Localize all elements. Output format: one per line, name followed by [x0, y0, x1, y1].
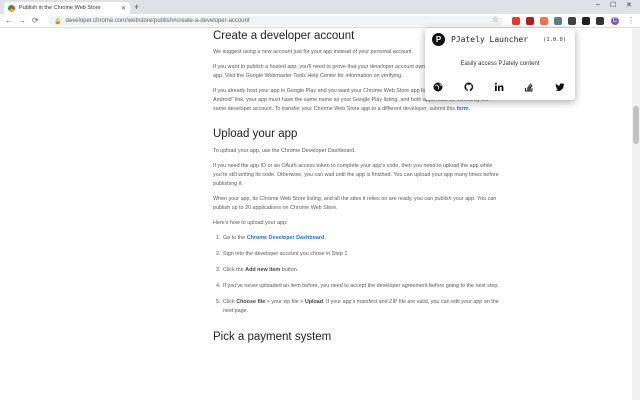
- section-heading: Upload your app: [213, 128, 298, 140]
- form-link[interactable]: form: [457, 106, 469, 112]
- extension-icon[interactable]: [582, 17, 590, 25]
- browser-window: Publish in the Chrome Web Store ✕ + – ☐ …: [0, 0, 640, 400]
- list-item: 2. Sign into the developer account you ch…: [216, 251, 349, 257]
- minimize-button[interactable]: –: [596, 1, 600, 8]
- extension-tagline: Easily access PJately content: [460, 61, 540, 67]
- linkedin-icon[interactable]: [493, 81, 505, 93]
- new-tab-button[interactable]: +: [134, 3, 139, 12]
- back-button[interactable]: ←: [5, 16, 13, 26]
- chrome-favicon-icon: [8, 4, 15, 12]
- stackoverflow-icon[interactable]: [523, 81, 535, 93]
- extension-icon[interactable]: [526, 17, 534, 25]
- close-window-button[interactable]: ✕: [626, 1, 632, 9]
- address-bar[interactable]: 🔒 developer.chrome.com/webstore/publish#…: [48, 16, 503, 26]
- paragraph: If you need the app ID or an OAuth acces…: [213, 163, 499, 187]
- github-icon[interactable]: [463, 81, 475, 93]
- list-item: 5. Click Choose file > your zip file > Up…: [216, 299, 499, 314]
- page-scrollbar[interactable]: [632, 29, 640, 400]
- pjately-logo-icon: P: [432, 33, 445, 46]
- extension-icon[interactable]: [554, 17, 562, 25]
- twitter-icon[interactable]: [554, 81, 566, 93]
- list-item: 1. Go to the Chrome Developer Dashboard.: [216, 235, 326, 241]
- paragraph: When your app, its Chrome Web Store list…: [213, 196, 497, 211]
- maximize-button[interactable]: ☐: [610, 1, 616, 9]
- upload-steps-list: 1. Go to the Chrome Developer Dashboard. …: [213, 234, 505, 316]
- tab-strip: Publish in the Chrome Web Store ✕ + – ☐ …: [0, 0, 640, 14]
- developer-dashboard-link[interactable]: Chrome Developer Dashboard: [247, 235, 325, 241]
- list-item: 3. Click the Add new item button.: [216, 267, 299, 273]
- extension-popup: P PJately Launcher (1.0.0) Easily access…: [425, 28, 575, 100]
- tab-title: Publish in the Chrome Web Store: [19, 5, 101, 11]
- globe-icon[interactable]: [432, 81, 444, 93]
- paragraph: Here's how to upload your app:: [213, 220, 288, 226]
- menu-icon[interactable]: ⋮: [627, 16, 635, 26]
- forward-button[interactable]: →: [18, 16, 26, 26]
- profile-avatar[interactable]: C: [611, 17, 619, 25]
- paragraph: To upload your app, use the Chrome Devel…: [213, 148, 356, 154]
- extension-version: (1.0.0): [543, 37, 567, 43]
- section-heading: Pick a payment system: [213, 331, 332, 343]
- extension-name: PJately Launcher: [451, 35, 529, 44]
- extension-icon[interactable]: [512, 17, 520, 25]
- toolbar: ← → ⟳ 🔒 developer.chrome.com/webstore/pu…: [0, 14, 640, 28]
- url-text: developer.chrome.com/webstore/publish#cr…: [65, 18, 250, 24]
- extension-icon[interactable]: [596, 17, 604, 25]
- popup-link-icons: [425, 81, 575, 93]
- lock-icon: 🔒: [54, 18, 62, 25]
- extension-icon[interactable]: [540, 17, 548, 25]
- bookmark-star-icon[interactable]: ☆: [492, 15, 499, 25]
- list-item: 4. If you've never uploaded an item befor…: [216, 283, 499, 289]
- scrollbar-thumb[interactable]: [633, 106, 639, 144]
- tab-active[interactable]: Publish in the Chrome Web Store ✕: [4, 2, 130, 14]
- reload-button[interactable]: ⟳: [32, 16, 39, 26]
- pjately-extension-icon[interactable]: [568, 17, 576, 25]
- tab-close-icon[interactable]: ✕: [121, 5, 126, 12]
